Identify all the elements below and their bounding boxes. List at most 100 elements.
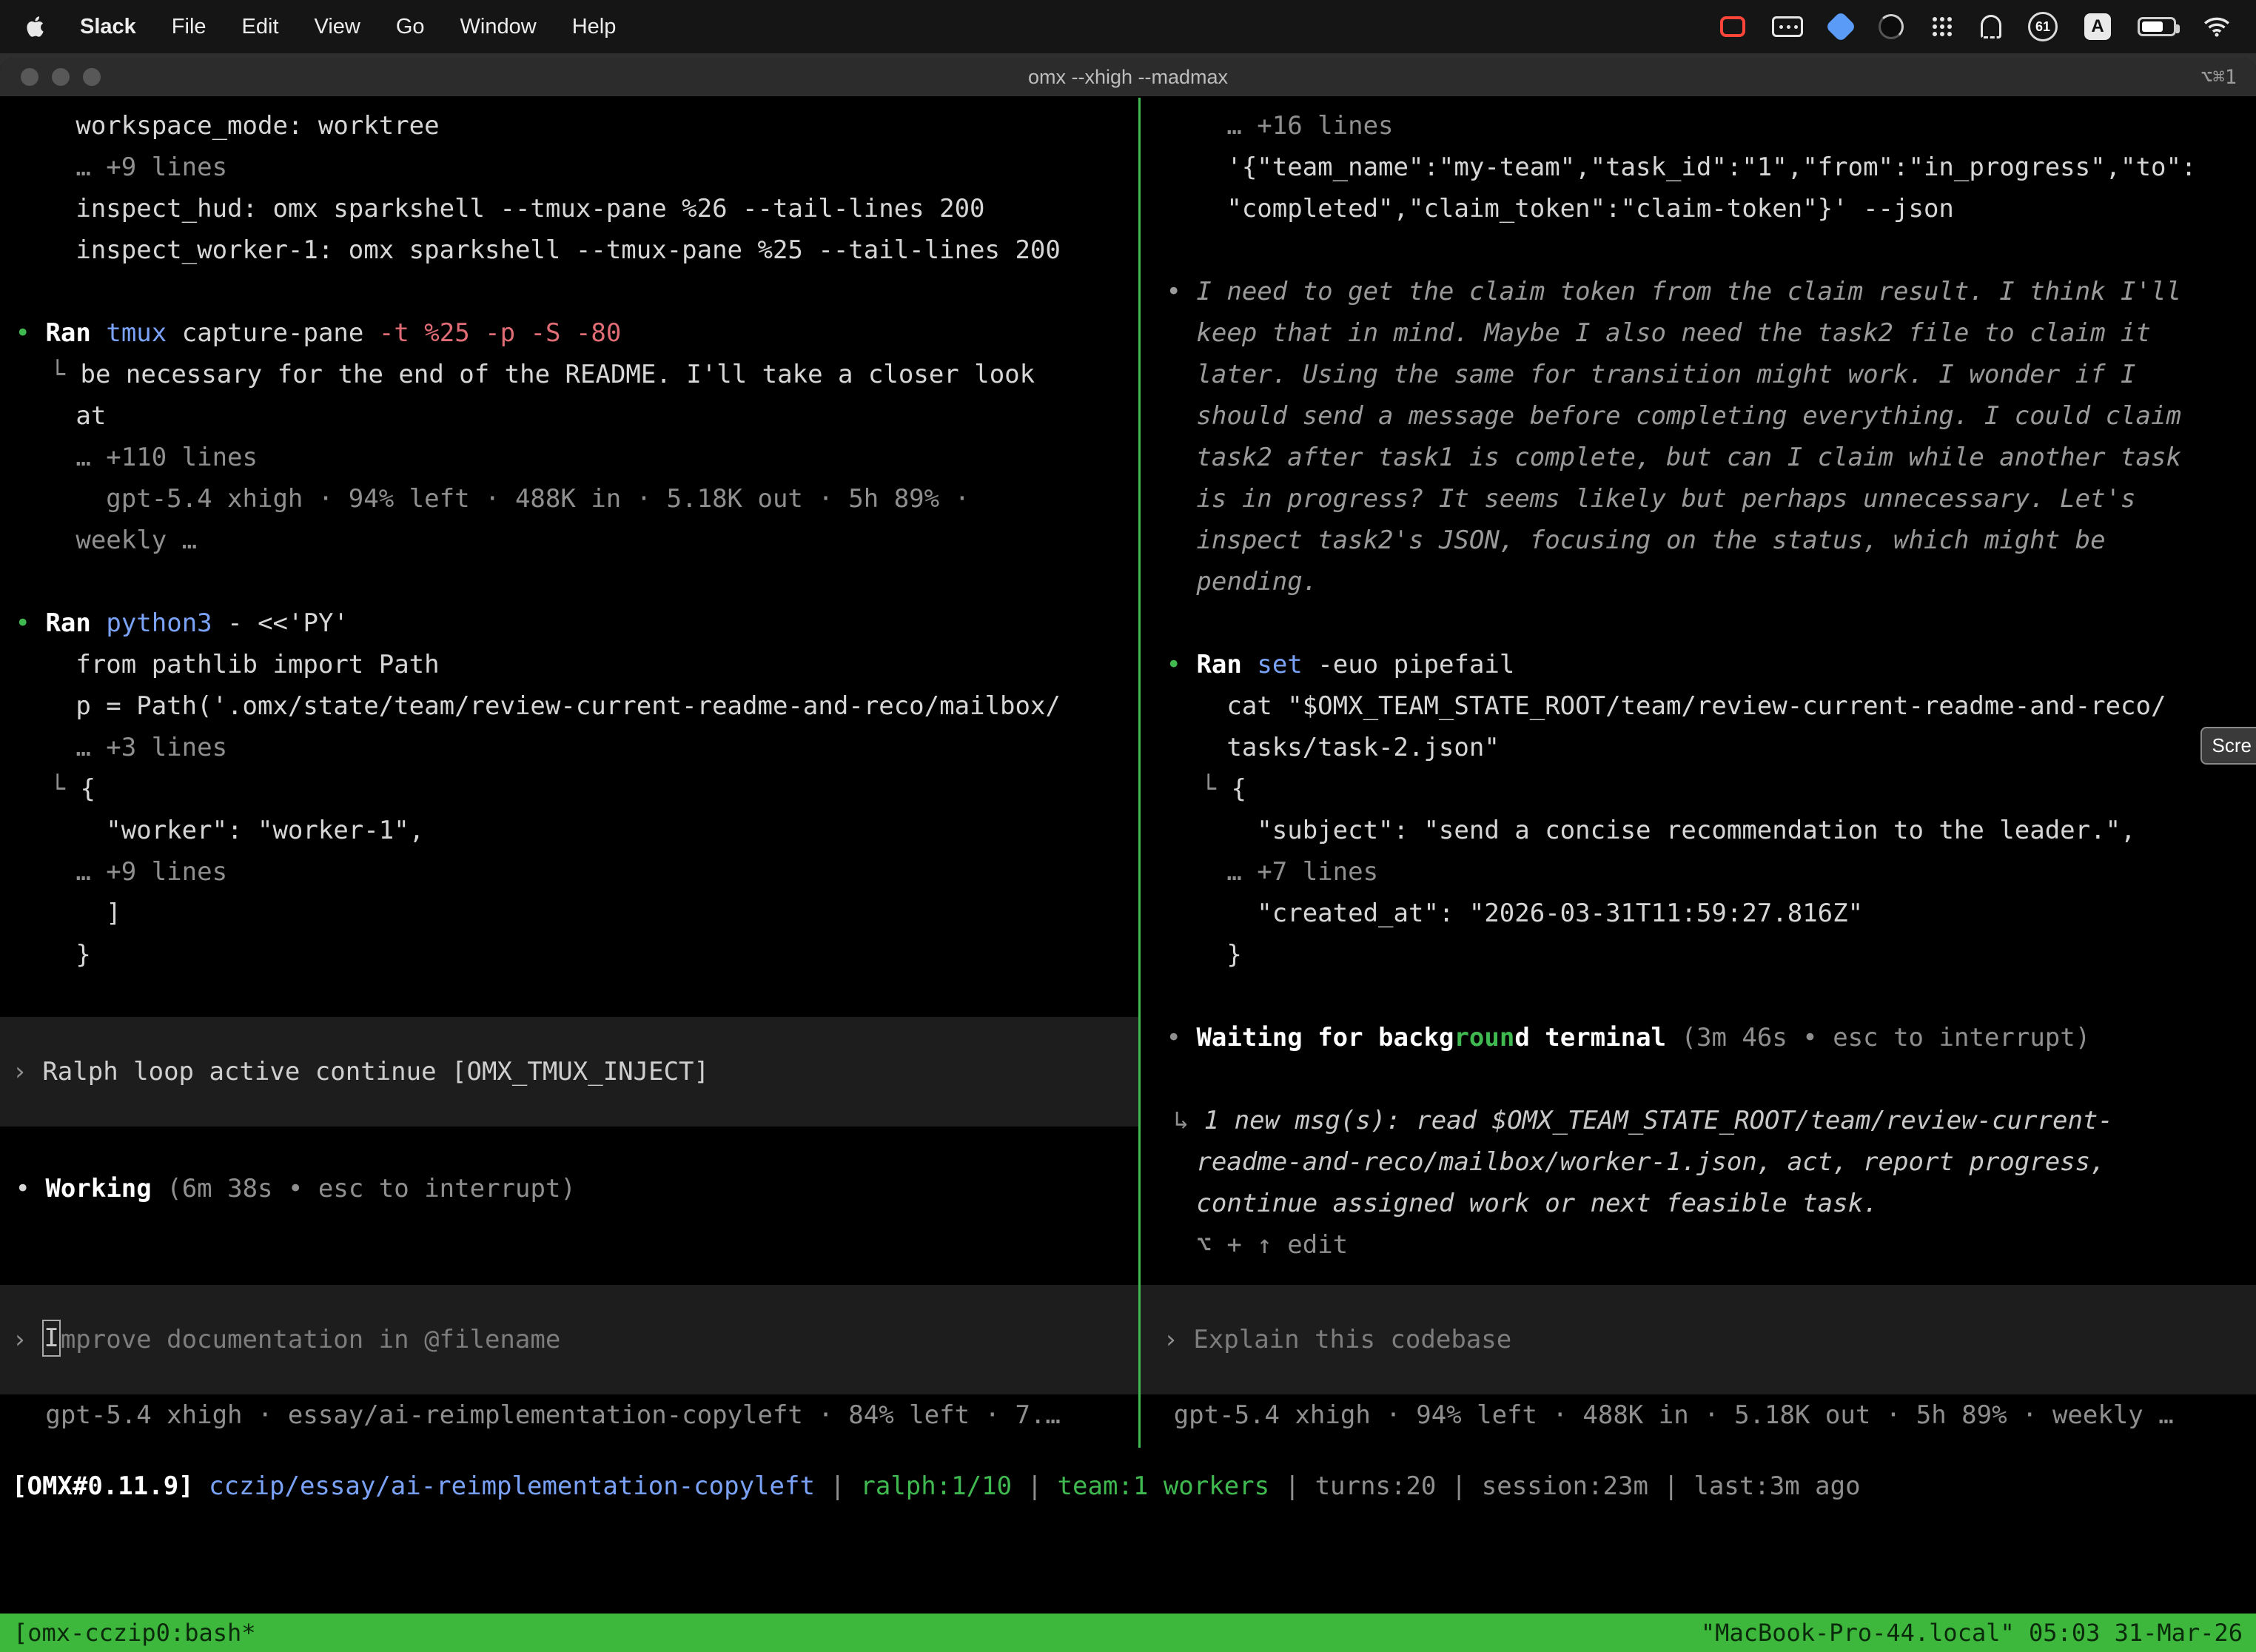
omx-turns: turns:20	[1315, 1471, 1437, 1501]
app-circle-icon[interactable]	[1879, 14, 1904, 39]
pane-row: workspace_mode: worktree … +9 lines insp…	[0, 98, 2256, 1448]
collapsed-lines-indicator: … +16 lines	[1151, 105, 2256, 147]
reasoning-text: •I need to get the claim token from the …	[1196, 271, 2196, 602]
output-line: at	[0, 395, 1138, 437]
code-line: from pathlib import Path	[0, 644, 1138, 685]
window-title: omx --xhigh --madmax	[0, 66, 2256, 89]
input-source-icon[interactable]: A	[2084, 13, 2111, 40]
omx-session-time: session:23m	[1482, 1471, 1648, 1501]
terminal-line: inspect_hud: omx sparkshell --tmux-pane …	[0, 188, 1138, 229]
collapsed-lines-indicator: … +7 lines	[1151, 851, 2256, 893]
pane-bottom-left: ›Improve documentation in @filename gpt-…	[0, 1285, 1138, 1448]
collapsed-lines-indicator: … +3 lines	[0, 727, 1138, 768]
mailbox-message-line: readme-and-reco/mailbox/worker-1.json, a…	[1151, 1141, 2256, 1183]
arrow-icon: ↳	[1174, 1106, 1189, 1135]
ran-command-line: • Ran python3 - <<'PY'	[0, 602, 1138, 644]
badge-61-icon[interactable]: 61	[2028, 12, 2058, 41]
terminal-line: inspect_worker-1: omx sparkshell --tmux-…	[0, 229, 1138, 271]
minimize-button[interactable]	[52, 68, 70, 86]
output-line: }	[0, 934, 1138, 976]
usage-stats-line: gpt-5.4 xhigh · 94% left · 488K in · 5.1…	[0, 478, 1138, 520]
omx-session-path: cczip/essay/ai-reimplementation-copyleft	[209, 1471, 815, 1501]
menu-bar: Slack File Edit View Go Window Help 61 A	[0, 0, 2256, 53]
keyboard-icon[interactable]	[1772, 16, 1803, 37]
usage-stats-line: weekly …	[0, 520, 1138, 561]
bullet-icon: •	[1166, 1023, 1181, 1052]
ghost-icon[interactable]	[1981, 15, 2001, 38]
output-line: ]	[0, 893, 1138, 934]
wifi-icon[interactable]	[2203, 16, 2231, 38]
prompt-history-item: ›Ralph loop active continue [OMX_TMUX_IN…	[0, 1017, 1138, 1126]
omx-ralph-count: ralph:1/10	[860, 1471, 1012, 1501]
collapsed-lines-indicator: … +9 lines	[0, 851, 1138, 893]
output-line: "worker": "worker-1",	[0, 810, 1138, 851]
window-shortcut: ⌥⌘1	[2200, 66, 2256, 89]
menu-item-go[interactable]: Go	[396, 15, 425, 39]
output-line: └ {	[0, 768, 1138, 810]
menu-item-edit[interactable]: Edit	[242, 15, 279, 39]
bullet-icon: •	[1166, 271, 1181, 312]
menu-item-view[interactable]: View	[315, 15, 360, 39]
menu-app-name[interactable]: Slack	[80, 15, 136, 39]
text-cursor: I	[42, 1320, 60, 1357]
dots-grid-icon[interactable]	[1930, 15, 1954, 38]
chevron-icon: ›	[12, 1057, 27, 1087]
elbow-icon: └	[50, 360, 65, 389]
prompt-input-left[interactable]: ›Improve documentation in @filename	[0, 1285, 1138, 1394]
edit-hint-line: ⌥ + ↑ edit	[1151, 1224, 2256, 1266]
mailbox-message-line: continue assigned work or next feasible …	[1151, 1183, 2256, 1224]
apple-menu-icon[interactable]	[25, 16, 44, 38]
pane-footer-left: gpt-5.4 xhigh · essay/ai-reimplementatio…	[0, 1394, 1138, 1436]
menu-left: Slack File Edit View Go Window Help	[25, 15, 616, 39]
collapsed-lines-indicator: … +110 lines	[0, 437, 1138, 478]
battery-icon[interactable]	[2138, 17, 2176, 36]
omx-last-activity: last:3m ago	[1693, 1471, 1860, 1501]
elbow-icon: └	[50, 774, 65, 804]
code-line: p = Path('.omx/state/team/review-current…	[0, 685, 1138, 727]
pane-bottom-right: ›Explain this codebase gpt-5.4 xhigh · 9…	[1151, 1285, 2256, 1448]
window-titlebar: omx --xhigh --madmax ⌥⌘1	[0, 58, 2256, 98]
bullet-icon: •	[15, 608, 30, 638]
ran-command-line: • Ran set -euo pipefail	[1151, 644, 2256, 685]
bullet-icon: •	[15, 1174, 30, 1203]
tmux-host-clock: "MacBook-Pro-44.local" 05:03 31-Mar-26	[1701, 1619, 2243, 1647]
mailbox-message-line: ↳ 1 new msg(s): read $OMX_TEAM_STATE_ROO…	[1151, 1100, 2256, 1141]
omx-version: [OMX#0.11.9]	[12, 1471, 194, 1501]
menu-item-file[interactable]: File	[172, 15, 207, 39]
terminal-line: workspace_mode: worktree	[0, 105, 1138, 147]
code-line: "completed","claim_token":"claim-token"}…	[1151, 188, 2256, 229]
output-line: }	[1151, 934, 2256, 976]
elbow-icon: └	[1201, 774, 1216, 804]
terminal-window: omx --xhigh --madmax ⌥⌘1 workspace_mode:…	[0, 58, 2256, 1652]
omx-team-workers: team:1 workers	[1058, 1471, 1270, 1501]
code-line: cat "$OMX_TEAM_STATE_ROOT/team/review-cu…	[1151, 685, 2256, 727]
terminal-pane-right[interactable]: … +16 lines '{"team_name":"my-team","tas…	[1141, 98, 2256, 1448]
output-line: "subject": "send a concise recommendatio…	[1151, 810, 2256, 851]
output-line: └ {	[1151, 768, 2256, 810]
menu-item-window[interactable]: Window	[460, 15, 537, 39]
bullet-icon: •	[15, 318, 30, 348]
menu-item-help[interactable]: Help	[572, 15, 617, 39]
chevron-icon: ›	[1163, 1325, 1178, 1354]
pane-footer-right: gpt-5.4 xhigh · 94% left · 488K in · 5.1…	[1151, 1394, 2256, 1436]
collapsed-lines-indicator: … +9 lines	[0, 147, 1138, 188]
waiting-status-line: • Waiting for background terminal (3m 46…	[1151, 1017, 2256, 1058]
output-line: └ be necessary for the end of the README…	[0, 354, 1138, 395]
ran-command-line: • Ran tmux capture-pane -t %25 -p -S -80	[0, 312, 1138, 354]
working-status-line: • Working (6m 38s • esc to interrupt)	[0, 1168, 1138, 1209]
screen-recording-icon[interactable]	[1720, 16, 1745, 37]
code-line: '{"team_name":"my-team","task_id":"1","f…	[1151, 147, 2256, 188]
chevron-icon: ›	[12, 1325, 27, 1354]
tmux-status-bar: [omx-cczip0:bash* "MacBook-Pro-44.local"…	[0, 1614, 2256, 1652]
terminal-pane-left[interactable]: workspace_mode: worktree … +9 lines insp…	[0, 98, 1138, 1448]
bullet-icon: •	[1166, 650, 1181, 679]
tmux-session-name: [omx-cczip0:bash*	[13, 1619, 256, 1647]
code-line: tasks/task-2.json"	[1151, 727, 2256, 768]
prompt-input-right[interactable]: ›Explain this codebase	[1141, 1285, 2256, 1394]
menu-status-icons: 61 A	[1720, 12, 2231, 41]
zoom-button[interactable]	[83, 68, 101, 86]
screenshot-tooltip: Scre	[2200, 727, 2256, 765]
close-button[interactable]	[21, 68, 38, 86]
omx-status-line: [OMX#0.11.9] cczip/essay/ai-reimplementa…	[0, 1465, 2256, 1507]
raycast-icon[interactable]	[1830, 16, 1852, 38]
